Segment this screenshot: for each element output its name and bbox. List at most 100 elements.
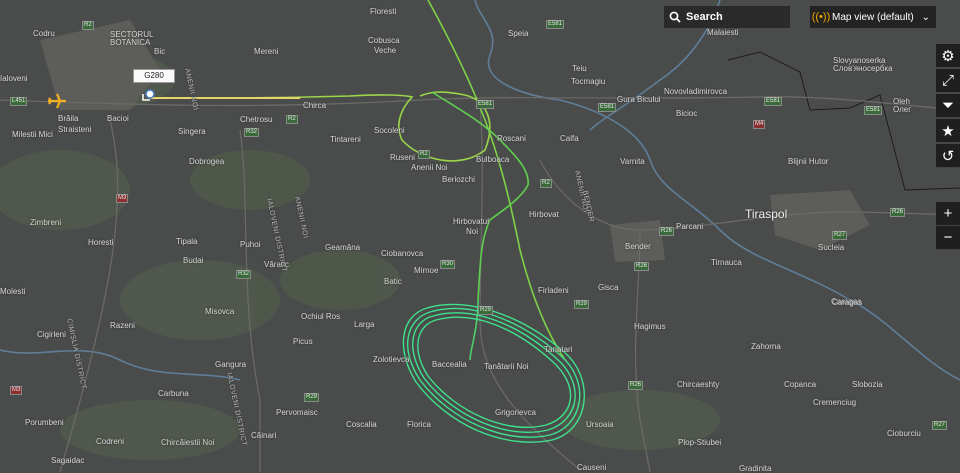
place-label: Beriozchi xyxy=(442,175,475,184)
place-label: Molesti xyxy=(0,287,26,296)
place-label: Gura Bicului xyxy=(617,95,661,104)
place-label: BOTANICA xyxy=(110,38,151,47)
zoom-out-button[interactable]: − xyxy=(936,226,960,250)
place-label: Speia xyxy=(508,29,529,38)
road-shield: R2 xyxy=(286,115,298,124)
gear-icon: ⚙ xyxy=(941,47,955,65)
place-label: Ochiul Ros xyxy=(301,312,341,321)
place-label: Misovca xyxy=(205,307,235,316)
aircraft-callsign-label[interactable]: G280 xyxy=(133,69,175,83)
road-shield: R29 xyxy=(478,306,494,315)
place-label: Teiu xyxy=(572,64,587,73)
place-label: Chirca xyxy=(303,101,327,110)
place-label: Baccealia xyxy=(432,360,467,369)
place-label: Larga xyxy=(354,320,375,329)
place-label: Caragas xyxy=(832,298,863,307)
place-label: Brăila xyxy=(58,114,79,123)
search-button[interactable]: Search xyxy=(664,6,790,28)
fullscreen-icon: ⤢ xyxy=(941,72,954,89)
place-label: Ruseni xyxy=(390,153,415,162)
place-label: Slobozia xyxy=(852,380,883,389)
signal-icon: ((•)) xyxy=(811,11,831,23)
road-shield: R26 xyxy=(628,381,644,390)
place-label: Ialoveni xyxy=(0,74,28,83)
place-label: Carbuna xyxy=(158,389,189,398)
road-shield: L451 xyxy=(10,97,28,106)
place-label: Anenii Noi xyxy=(411,163,448,172)
place-label: Socoleni xyxy=(374,126,405,135)
place-label: Picus xyxy=(293,337,313,346)
road-shield: E581 xyxy=(546,20,565,29)
chevron-down-icon: ⌄ xyxy=(921,11,930,23)
road-shield: M3 xyxy=(10,386,23,395)
playback-button[interactable]: ↺ xyxy=(936,144,960,168)
road-shield: R26 xyxy=(890,208,906,217)
fullscreen-button[interactable]: ⤢ xyxy=(936,69,960,93)
settings-button[interactable]: ⚙ xyxy=(936,44,960,68)
place-label: Dobrogea xyxy=(189,157,225,166)
road-shield: E581 xyxy=(476,100,495,109)
place-label: Codru xyxy=(33,29,55,38)
place-label: Gangura xyxy=(215,360,247,369)
road-shield: M4 xyxy=(753,120,766,129)
place-label: Hirbovatul xyxy=(453,217,490,226)
place-label: Bicioc xyxy=(676,109,698,118)
place-label: Roscani xyxy=(497,134,526,143)
place-label: Cobusca xyxy=(368,36,400,45)
place-label: Bic xyxy=(154,47,166,56)
road-shield: R27 xyxy=(832,231,848,240)
place-label: Zimbreni xyxy=(30,218,62,227)
plus-icon: + xyxy=(943,205,953,222)
road-shield: R26 xyxy=(634,262,650,271)
place-label: Budai xyxy=(183,256,204,265)
place-label: Gisca xyxy=(598,283,619,292)
place-label: Causeni xyxy=(577,463,607,472)
place-label: Zolotievca xyxy=(373,355,410,364)
place-label: Horesti xyxy=(88,238,114,247)
road-shield: E581 xyxy=(598,103,617,112)
place-label: Tintareni xyxy=(330,135,361,144)
place-label: Tocmagiu xyxy=(571,77,606,86)
place-label: Floresti xyxy=(370,7,397,16)
place-label: Singera xyxy=(178,127,206,136)
place-label: Codreni xyxy=(96,437,125,446)
place-label: Tipala xyxy=(176,237,198,246)
place-label: Grigorievca xyxy=(495,408,536,417)
filter-icon: ⏷ xyxy=(941,97,954,114)
road-shield: R29 xyxy=(574,300,590,309)
favorites-button[interactable]: ★ xyxy=(936,119,960,143)
place-label: Coscalia xyxy=(346,420,377,429)
zoom-in-button[interactable]: + xyxy=(936,202,960,226)
place-label: Chetrosu xyxy=(240,115,273,124)
place-label: Puhoi xyxy=(240,240,261,249)
minus-icon: − xyxy=(943,229,953,246)
road-shield: R29 xyxy=(304,393,320,402)
road-shield: E581 xyxy=(864,106,883,115)
city-label: Tiraspol xyxy=(745,207,788,221)
place-label: Hagimus xyxy=(634,322,666,331)
place-label: Pervomaisc xyxy=(276,408,318,417)
place-label: Geamăna xyxy=(325,243,361,252)
filter-button[interactable]: ⏷ xyxy=(936,94,960,118)
place-label: Ciobanovca xyxy=(381,249,424,258)
place-label: Copanca xyxy=(784,380,817,389)
place-label: Cremenciug xyxy=(813,398,857,407)
place-label: Varnita xyxy=(620,157,645,166)
road-shield: R2 xyxy=(418,150,430,159)
map-view-dropdown[interactable]: ((•)) Map view (default) ⌄ xyxy=(810,6,936,28)
place-label: Noi xyxy=(466,227,479,236)
place-label: Mirnoe xyxy=(414,266,439,275)
road-shield: E581 xyxy=(764,97,783,106)
road-shield: R27 xyxy=(932,421,948,430)
place-label: Novovladimirovca xyxy=(664,87,728,96)
place-label: Cigirleni xyxy=(37,330,66,339)
place-label: Олег xyxy=(893,105,912,114)
place-label: Tanătarii Noi xyxy=(484,362,529,371)
place-label: Blijnii Hutor xyxy=(788,157,829,166)
place-label: Слов'яносербка xyxy=(833,64,893,73)
place-label: Chircaeshty xyxy=(677,380,720,389)
place-label: Căinari xyxy=(251,431,277,440)
place-label: Sucleia xyxy=(818,243,845,252)
place-label: Sagaidac xyxy=(51,456,85,465)
place-label: Razeni xyxy=(110,321,135,330)
